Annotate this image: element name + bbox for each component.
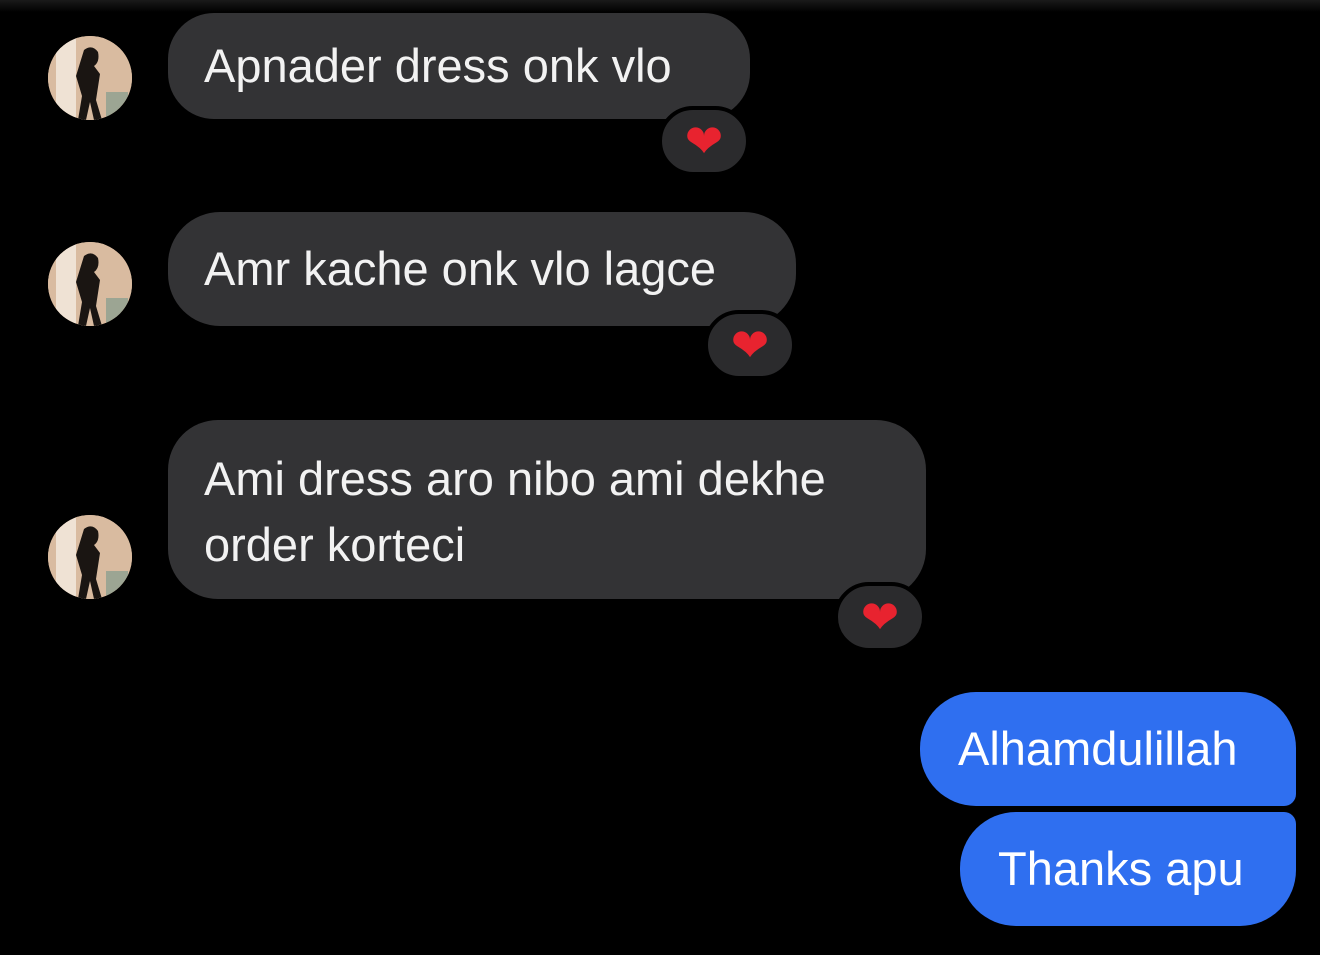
chat-thread: Apnader dress onk vlo ❤ Amr kache onk vl…	[0, 0, 1320, 955]
message-reaction[interactable]: ❤	[704, 310, 796, 380]
message-reaction[interactable]: ❤	[834, 582, 926, 652]
contact-avatar[interactable]	[48, 36, 132, 120]
message-reaction[interactable]: ❤	[658, 106, 750, 176]
avatar-photo-icon	[48, 36, 132, 120]
outgoing-message[interactable]: Alhamdulillah	[920, 692, 1296, 806]
avatar-photo-icon	[48, 242, 132, 326]
incoming-message[interactable]: Ami dress aro nibo ami dekhe order korte…	[168, 420, 926, 599]
heart-icon: ❤	[684, 114, 724, 168]
avatar-photo-icon	[48, 515, 132, 599]
contact-avatar[interactable]	[48, 515, 132, 599]
top-fade	[0, 0, 1320, 12]
contact-avatar[interactable]	[48, 242, 132, 326]
heart-icon: ❤	[860, 590, 900, 644]
outgoing-message[interactable]: Thanks apu	[960, 812, 1296, 926]
incoming-message[interactable]: Apnader dress onk vlo	[168, 13, 750, 119]
heart-icon: ❤	[730, 318, 770, 372]
incoming-message[interactable]: Amr kache onk vlo lagce	[168, 212, 796, 326]
